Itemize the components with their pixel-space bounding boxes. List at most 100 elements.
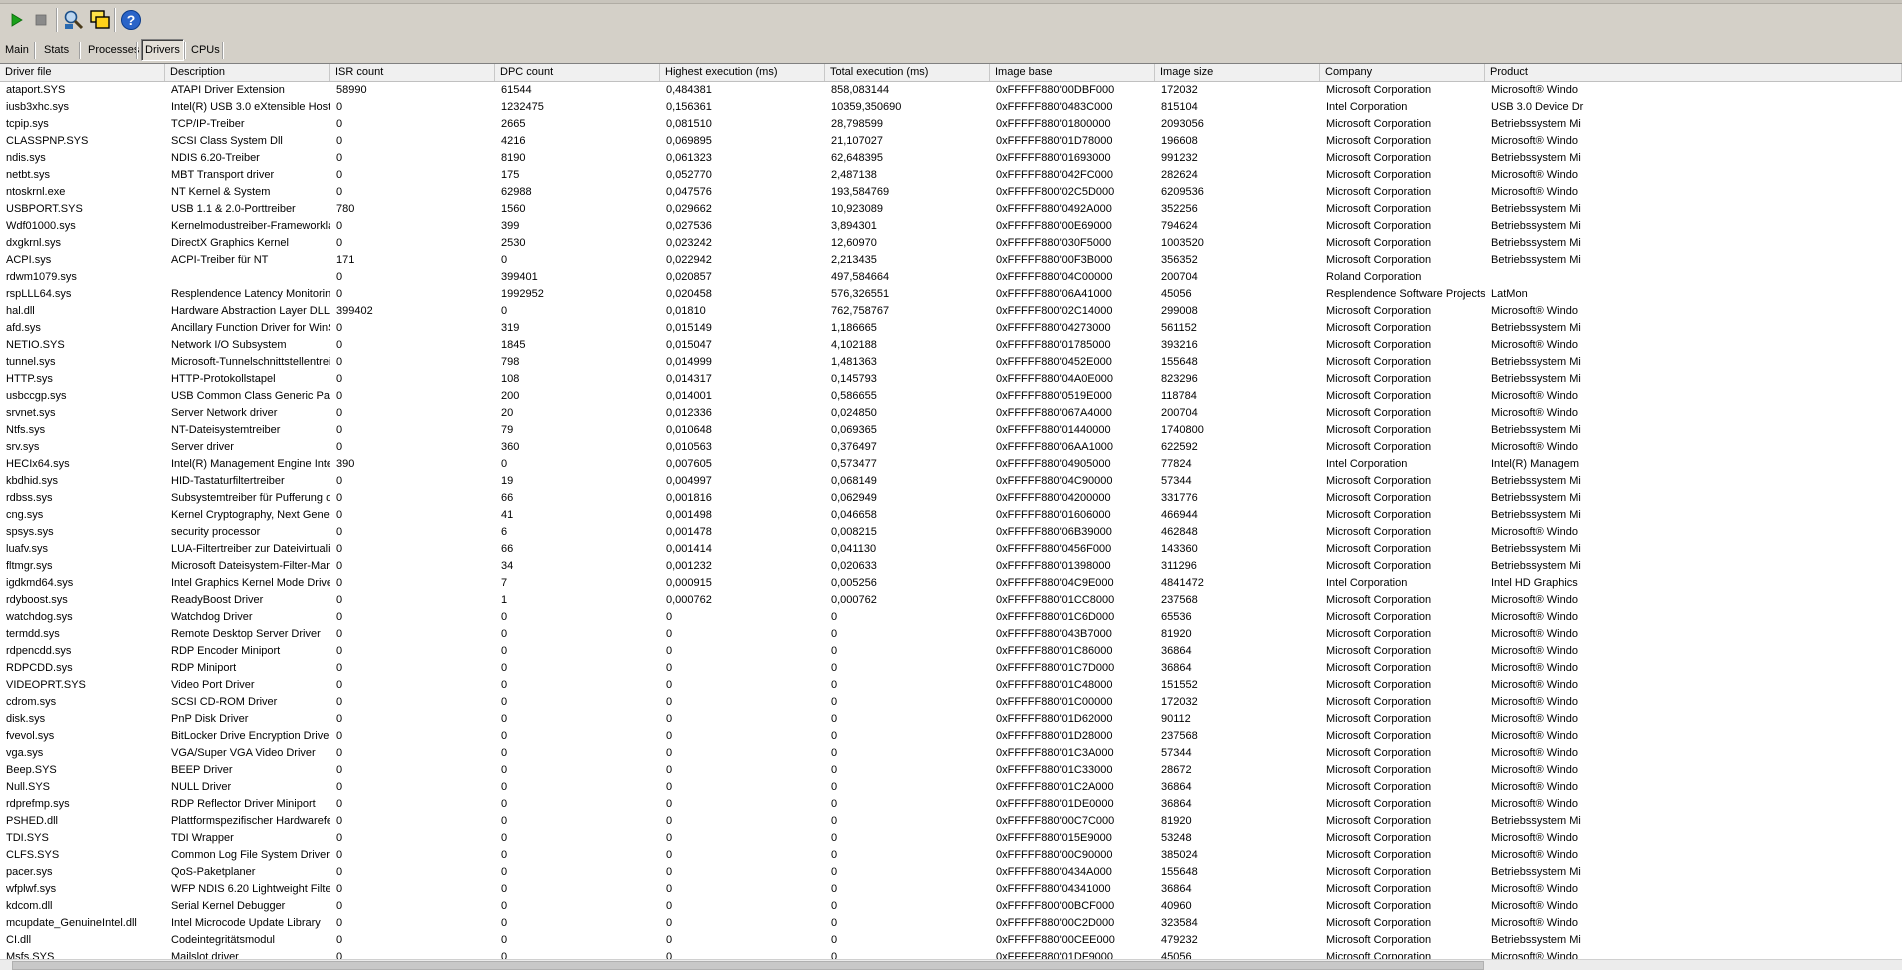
- cell-isr-count: 0: [336, 849, 343, 861]
- cell-image-base: 0xFFFFF800'02C5D000: [996, 186, 1115, 198]
- table-row[interactable]: watchdog.sys Watchdog Driver 0 0 0 0 0xFFFFF88…: [0, 609, 1902, 626]
- windows-button[interactable]: [88, 8, 112, 32]
- table-row[interactable]: tcpip.sys TCP/IP-Treiber 0 2665 0,081510 28,7…: [0, 116, 1902, 133]
- help-button[interactable]: ?: [119, 8, 143, 32]
- table-row[interactable]: rdpencdd.sys RDP Encoder Miniport 0 0 0 0 0xFF…: [0, 643, 1902, 660]
- cell-driver-file: usbccgp.sys: [6, 390, 67, 402]
- table-row[interactable]: ataport.SYS ATAPI Driver Extension 58990 61…: [0, 82, 1902, 99]
- tab-processes[interactable]: Processes: [85, 40, 142, 60]
- table-row[interactable]: CLFS.SYS Common Log File System Driver 0 0 0…: [0, 847, 1902, 864]
- table-row[interactable]: cdrom.sys SCSI CD-ROM Driver 0 0 0 0 0xFFFFF88…: [0, 694, 1902, 711]
- table-row[interactable]: HTTP.sys HTTP-Protokollstapel 0 108 0,014317…: [0, 371, 1902, 388]
- cell-highest-execution: 0,020458: [666, 288, 712, 300]
- windows-icon: [90, 10, 110, 29]
- column-image-base-header[interactable]: Image base: [990, 64, 1155, 81]
- table-row[interactable]: USBPORT.SYS USB 1.1 & 2.0-Porttreiber 780 1…: [0, 201, 1902, 218]
- cell-dpc-count: 0: [501, 764, 508, 776]
- table-row[interactable]: hal.dll Hardware Abstraction Layer DLL 399…: [0, 303, 1902, 320]
- table-row[interactable]: Null.SYS NULL Driver 0 0 0 0 0xFFFFF880'01C2A0…: [0, 779, 1902, 796]
- column-company-header[interactable]: Company: [1320, 64, 1485, 81]
- table-row[interactable]: rspLLL64.sys Resplendence Latency Monitor…: [0, 286, 1902, 303]
- cell-description: Resplendence Latency Monitoring an...: [171, 288, 330, 300]
- table-row[interactable]: srv.sys Server driver 0 360 0,010563 0,376497…: [0, 439, 1902, 456]
- table-row[interactable]: afd.sys Ancillary Function Driver for Win…: [0, 320, 1902, 337]
- analyze-button[interactable]: [62, 8, 86, 32]
- table-row[interactable]: NETIO.SYS Network I/O Subsystem 0 1845 0,015…: [0, 337, 1902, 354]
- cell-isr-count: 0: [336, 730, 343, 742]
- table-row[interactable]: netbt.sys MBT Transport driver 0 175 0,05277…: [0, 167, 1902, 184]
- table-row[interactable]: HECIx64.sys Intel(R) Management Engine In…: [0, 456, 1902, 473]
- cell-isr-count: 0: [336, 900, 343, 912]
- table-row[interactable]: Wdf01000.sys Kernelmodustreiber-Framework…: [0, 218, 1902, 235]
- cell-isr-count: 0: [336, 424, 343, 436]
- table-row[interactable]: wfplwf.sys WFP NDIS 6.20 Lightweight Filt…: [0, 881, 1902, 898]
- cell-total-execution: 0,573477: [831, 458, 877, 470]
- column-image-size-header[interactable]: Image size: [1155, 64, 1320, 81]
- table-row[interactable]: Ntfs.sys NT-Dateisystemtreiber 0 79 0,010648…: [0, 422, 1902, 439]
- table-row[interactable]: RDPCDD.sys RDP Miniport 0 0 0 0 0xFFFFF880'01C…: [0, 660, 1902, 677]
- start-button[interactable]: [4, 8, 28, 32]
- table-row[interactable]: dxgkrnl.sys DirectX Graphics Kernel 0 2530 0…: [0, 235, 1902, 252]
- cell-image-size: 462848: [1161, 526, 1198, 538]
- tab-drivers[interactable]: Drivers: [141, 39, 184, 61]
- tab-main[interactable]: Main: [2, 40, 32, 60]
- cell-company: Microsoft Corporation: [1326, 594, 1432, 606]
- tab-cpus[interactable]: CPUs: [188, 40, 223, 60]
- table-row[interactable]: TDI.SYS TDI Wrapper 0 0 0 0 0xFFFFF880'015E900…: [0, 830, 1902, 847]
- cell-product: Microsoft® Windo: [1491, 186, 1578, 198]
- cell-total-execution: 0,062949: [831, 492, 877, 504]
- table-row[interactable]: srvnet.sys Server Network driver 0 20 0,0123…: [0, 405, 1902, 422]
- table-row[interactable]: rdprefmp.sys RDP Reflector Driver Minipor…: [0, 796, 1902, 813]
- cell-driver-file: kbdhid.sys: [6, 475, 58, 487]
- tab-bar: Main Stats Processes Drivers CPUs: [0, 38, 1902, 63]
- table-row[interactable]: fltmgr.sys Microsoft Dateisystem-Filter-M…: [0, 558, 1902, 575]
- table-row[interactable]: termdd.sys Remote Desktop Server Driver 0 0…: [0, 626, 1902, 643]
- stop-button[interactable]: [29, 8, 53, 32]
- table-row[interactable]: spsys.sys security processor 0 6 0,001478 0,0…: [0, 524, 1902, 541]
- cell-isr-count: 0: [336, 560, 343, 572]
- horizontal-scrollbar[interactable]: [0, 959, 1902, 970]
- table-row[interactable]: kbdhid.sys HID-Tastaturfiltertreiber 0 19 0,…: [0, 473, 1902, 490]
- table-row[interactable]: vga.sys VGA/Super VGA Video Driver 0 0 0 0 0xF…: [0, 745, 1902, 762]
- cell-isr-count: 0: [336, 798, 343, 810]
- tab-stats[interactable]: Stats: [41, 40, 72, 60]
- table-row[interactable]: rdwm1079.sys 0 399401 0,020857 497,584664 0xF…: [0, 269, 1902, 286]
- table-row[interactable]: usbccgp.sys USB Common Class Generic Pare…: [0, 388, 1902, 405]
- column-product-header[interactable]: Product: [1485, 64, 1902, 81]
- column-total-execution-header[interactable]: Total execution (ms): [825, 64, 990, 81]
- cell-dpc-count: 61544: [501, 84, 532, 96]
- table-row[interactable]: ntoskrnl.exe NT Kernel & System 0 62988 0,04…: [0, 184, 1902, 201]
- help-icon: ?: [121, 10, 141, 30]
- table-row[interactable]: pacer.sys QoS-Paketplaner 0 0 0 0 0xFFFFF880'0…: [0, 864, 1902, 881]
- column-isr-count-header[interactable]: ISR count: [330, 64, 495, 81]
- cell-driver-file: CI.dll: [6, 934, 32, 946]
- table-row[interactable]: mcupdate_GenuineIntel.dll Intel Microcode…: [0, 915, 1902, 932]
- table-row[interactable]: tunnel.sys Microsoft-Tunnelschnittstellen…: [0, 354, 1902, 371]
- cell-dpc-count: 0: [501, 747, 508, 759]
- cell-dpc-count: 175: [501, 169, 520, 181]
- column-highest-execution-header[interactable]: Highest execution (ms): [660, 64, 825, 81]
- cell-image-size: 200704: [1161, 271, 1198, 283]
- table-row[interactable]: VIDEOPRT.SYS Video Port Driver 0 0 0 0 0xFFFFF…: [0, 677, 1902, 694]
- table-row[interactable]: iusb3xhc.sys Intel(R) USB 3.0 eXtensible …: [0, 99, 1902, 116]
- cell-isr-count: 0: [336, 101, 343, 113]
- table-row[interactable]: rdbss.sys Subsystemtreiber für Pufferung …: [0, 490, 1902, 507]
- table-row[interactable]: cng.sys Kernel Cryptography, Next Generat…: [0, 507, 1902, 524]
- table-row[interactable]: PSHED.dll Plattformspezifischer Hardwaref…: [0, 813, 1902, 830]
- table-row[interactable]: disk.sys PnP Disk Driver 0 0 0 0 0xFFFFF880'01…: [0, 711, 1902, 728]
- column-dpc-count-header[interactable]: DPC count: [495, 64, 660, 81]
- table-row[interactable]: ACPI.sys ACPI-Treiber für NT 171 0 0,022942 2…: [0, 252, 1902, 269]
- table-row[interactable]: fvevol.sys BitLocker Drive Encryption Dri…: [0, 728, 1902, 745]
- table-row[interactable]: CI.dll Codeintegritätsmodul 0 0 0 0 0xFFFFF880…: [0, 932, 1902, 949]
- table-row[interactable]: ndis.sys NDIS 6.20-Treiber 0 8190 0,061323 62…: [0, 150, 1902, 167]
- table-row[interactable]: luafv.sys LUA-Filtertreiber zur Dateivirt…: [0, 541, 1902, 558]
- table-row[interactable]: kdcom.dll Serial Kernel Debugger 0 0 0 0 0xFFF…: [0, 898, 1902, 915]
- column-description-header[interactable]: Description: [165, 64, 330, 81]
- table-row[interactable]: CLASSPNP.SYS SCSI Class System Dll 0 4216 0,…: [0, 133, 1902, 150]
- table-row[interactable]: igdkmd64.sys Intel Graphics Kernel Mode D…: [0, 575, 1902, 592]
- drivers-list[interactable]: Driver file Description ISR count DPC count…: [0, 63, 1902, 960]
- table-row[interactable]: Beep.SYS BEEP Driver 0 0 0 0 0xFFFFF880'01C330…: [0, 762, 1902, 779]
- table-row[interactable]: rdyboost.sys ReadyBoost Driver 0 1 0,000762 0…: [0, 592, 1902, 609]
- column-driver-file-header[interactable]: Driver file: [0, 64, 165, 81]
- cell-driver-file: spsys.sys: [6, 526, 54, 538]
